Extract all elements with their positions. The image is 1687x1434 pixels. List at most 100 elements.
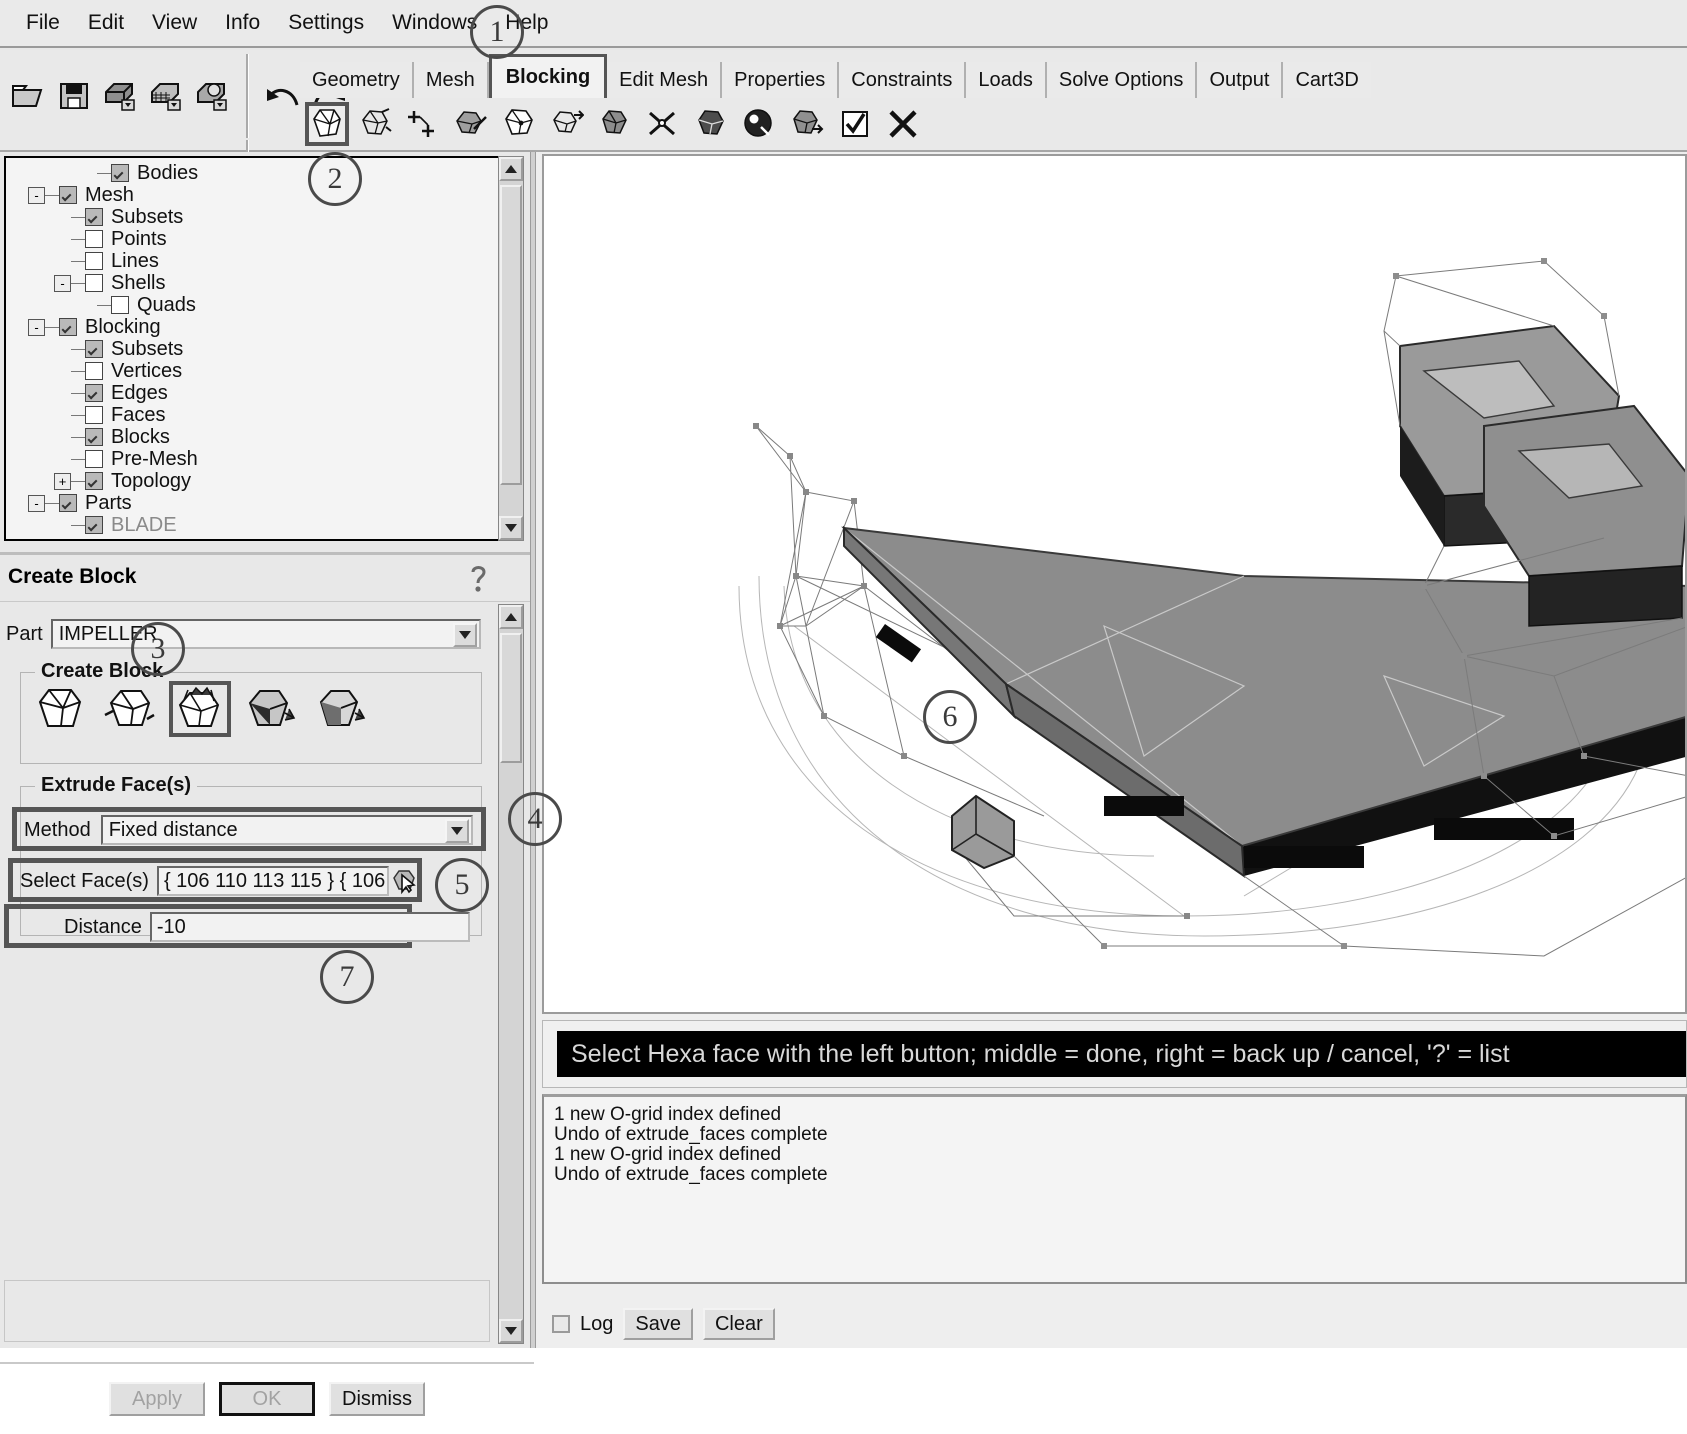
tree-item-checkbox[interactable] [85,274,103,292]
2d-planar-icon[interactable] [99,681,161,737]
chevron-down-icon[interactable] [452,623,477,647]
tab-edit-mesh[interactable]: Edit Mesh [607,62,723,98]
tree-item-checkbox[interactable] [85,208,103,226]
tree-item-pre-mesh[interactable]: Pre-Mesh [28,448,198,470]
panel-scroll-thumb[interactable] [500,633,522,763]
method-select[interactable]: Fixed distance [100,815,473,845]
log-checkbox[interactable] [552,1315,570,1333]
menu-item-edit[interactable]: Edit [74,9,138,37]
save-geometry-icon[interactable] [100,76,140,116]
tree-scroll-up-button[interactable] [499,157,523,181]
tab-geometry[interactable]: Geometry [300,62,414,98]
tree-item-bodies[interactable]: Bodies [28,162,198,184]
clear-log-button[interactable]: Clear [702,1308,775,1340]
tab-blocking[interactable]: Blocking [488,54,608,98]
tree-item-checkbox[interactable] [85,384,103,402]
tree-item-checkbox[interactable] [85,472,103,490]
tree-item-checkbox[interactable] [59,494,77,512]
tree-item-checkbox[interactable] [85,428,103,446]
block-checks-icon[interactable] [737,102,781,146]
chevron-down-icon[interactable] [444,819,469,843]
save-icon[interactable] [54,76,94,116]
tree-item-blade[interactable]: BLADE [28,514,198,536]
part-select[interactable]: IMPELLER [50,619,481,649]
tree-item-checkbox[interactable] [85,230,103,248]
panel-scroll-up-button[interactable] [499,605,523,629]
menu-item-help[interactable]: Help [491,9,562,37]
select-face-cursor-icon[interactable] [389,866,423,896]
merge-vertices-icon[interactable] [401,102,445,146]
tree-item-lines[interactable]: Lines [28,250,198,272]
tree-scrollbar[interactable] [498,156,524,541]
tree-item-subsets[interactable]: Subsets [28,206,198,228]
delete-block-icon[interactable] [881,102,925,146]
tree-item-checkbox[interactable] [85,340,103,358]
select-faces-input[interactable]: { 106 110 113 115 } { 106 110 1 [156,866,389,896]
tree-item-checkbox[interactable] [111,296,129,314]
associate-icon[interactable] [497,102,541,146]
tree-item-topology[interactable]: + Topology [28,470,198,492]
help-icon[interactable] [464,561,494,599]
tab-loads[interactable]: Loads [966,62,1047,98]
tree-item-checkbox[interactable] [59,186,77,204]
tree-item-blocks[interactable]: Blocks [28,426,198,448]
save-blocking-icon[interactable] [192,76,232,116]
model-tree[interactable]: Bodies - Mesh Subsets Points Lines - Shells Quad… [4,156,520,541]
tree-item-subsets[interactable]: Subsets [28,338,198,360]
menu-item-info[interactable]: Info [211,9,274,37]
open-folder-icon[interactable] [8,76,48,116]
save-log-button[interactable]: Save [623,1308,693,1340]
extrude-face-icon[interactable] [169,681,231,737]
tree-scroll-thumb[interactable] [500,185,522,485]
tree-item-points[interactable]: Points [28,228,198,250]
collapse-icon[interactable]: - [28,318,45,336]
edit-edge-icon[interactable] [641,102,685,146]
move-vertex-icon[interactable] [545,102,589,146]
tab-solve-options[interactable]: Solve Options [1046,62,1198,98]
message-log[interactable]: 1 new O-grid index defined Undo of extru… [542,1094,1687,1284]
tree-item-checkbox[interactable] [85,406,103,424]
revolve-face-icon[interactable] [309,681,371,737]
tab-output[interactable]: Output [1197,62,1284,98]
tree-item-checkbox[interactable] [85,252,103,270]
tree-item-checkbox[interactable] [59,318,77,336]
tab-cart3d[interactable]: Cart3D [1283,62,1371,98]
menu-item-file[interactable]: File [12,9,74,37]
edit-block-icon[interactable] [449,102,493,146]
distance-input[interactable]: -10 [149,912,470,942]
collapse-icon[interactable]: - [28,494,45,512]
tree-item-checkbox[interactable] [85,450,103,468]
tree-item-faces[interactable]: Faces [28,404,198,426]
menu-item-windows[interactable]: Windows [378,9,491,37]
tree-item-edges[interactable]: Edges [28,382,198,404]
tree-item-mesh[interactable]: - Mesh [28,184,198,206]
dismiss-button[interactable]: Dismiss [329,1382,425,1416]
tree-item-shells[interactable]: - Shells [28,272,198,294]
tab-mesh[interactable]: Mesh [413,62,489,98]
collapse-icon[interactable]: - [54,274,71,292]
collapse-icon[interactable]: - [28,186,45,204]
panel-scroll-down-button[interactable] [499,1319,523,1343]
save-mesh-icon[interactable] [146,76,186,116]
menu-item-view[interactable]: View [138,9,211,37]
check-blocks-icon[interactable] [833,102,877,146]
from-vertices-icon[interactable] [29,681,91,737]
tab-properties[interactable]: Properties [722,62,840,98]
tree-item-checkbox[interactable] [111,164,129,182]
sweep-face-icon[interactable] [239,681,301,737]
split-block-icon[interactable] [353,102,397,146]
ok-button[interactable]: OK [219,1382,315,1416]
tab-constraints[interactable]: Constraints [839,62,967,98]
tree-item-blocking[interactable]: - Blocking [28,316,198,338]
tree-scroll-down-button[interactable] [499,516,523,540]
tree-item-checkbox[interactable] [85,362,103,380]
tree-item-quads[interactable]: Quads [28,294,198,316]
pre-mesh-params-icon[interactable] [689,102,733,146]
transform-blocks-icon[interactable] [593,102,637,146]
convert-block-icon[interactable] [785,102,829,146]
create-block-icon[interactable] [305,102,349,146]
expand-icon[interactable]: + [54,472,71,490]
tree-item-checkbox[interactable] [85,516,103,534]
apply-button[interactable]: Apply [109,1382,205,1416]
undo-icon[interactable] [263,76,303,116]
